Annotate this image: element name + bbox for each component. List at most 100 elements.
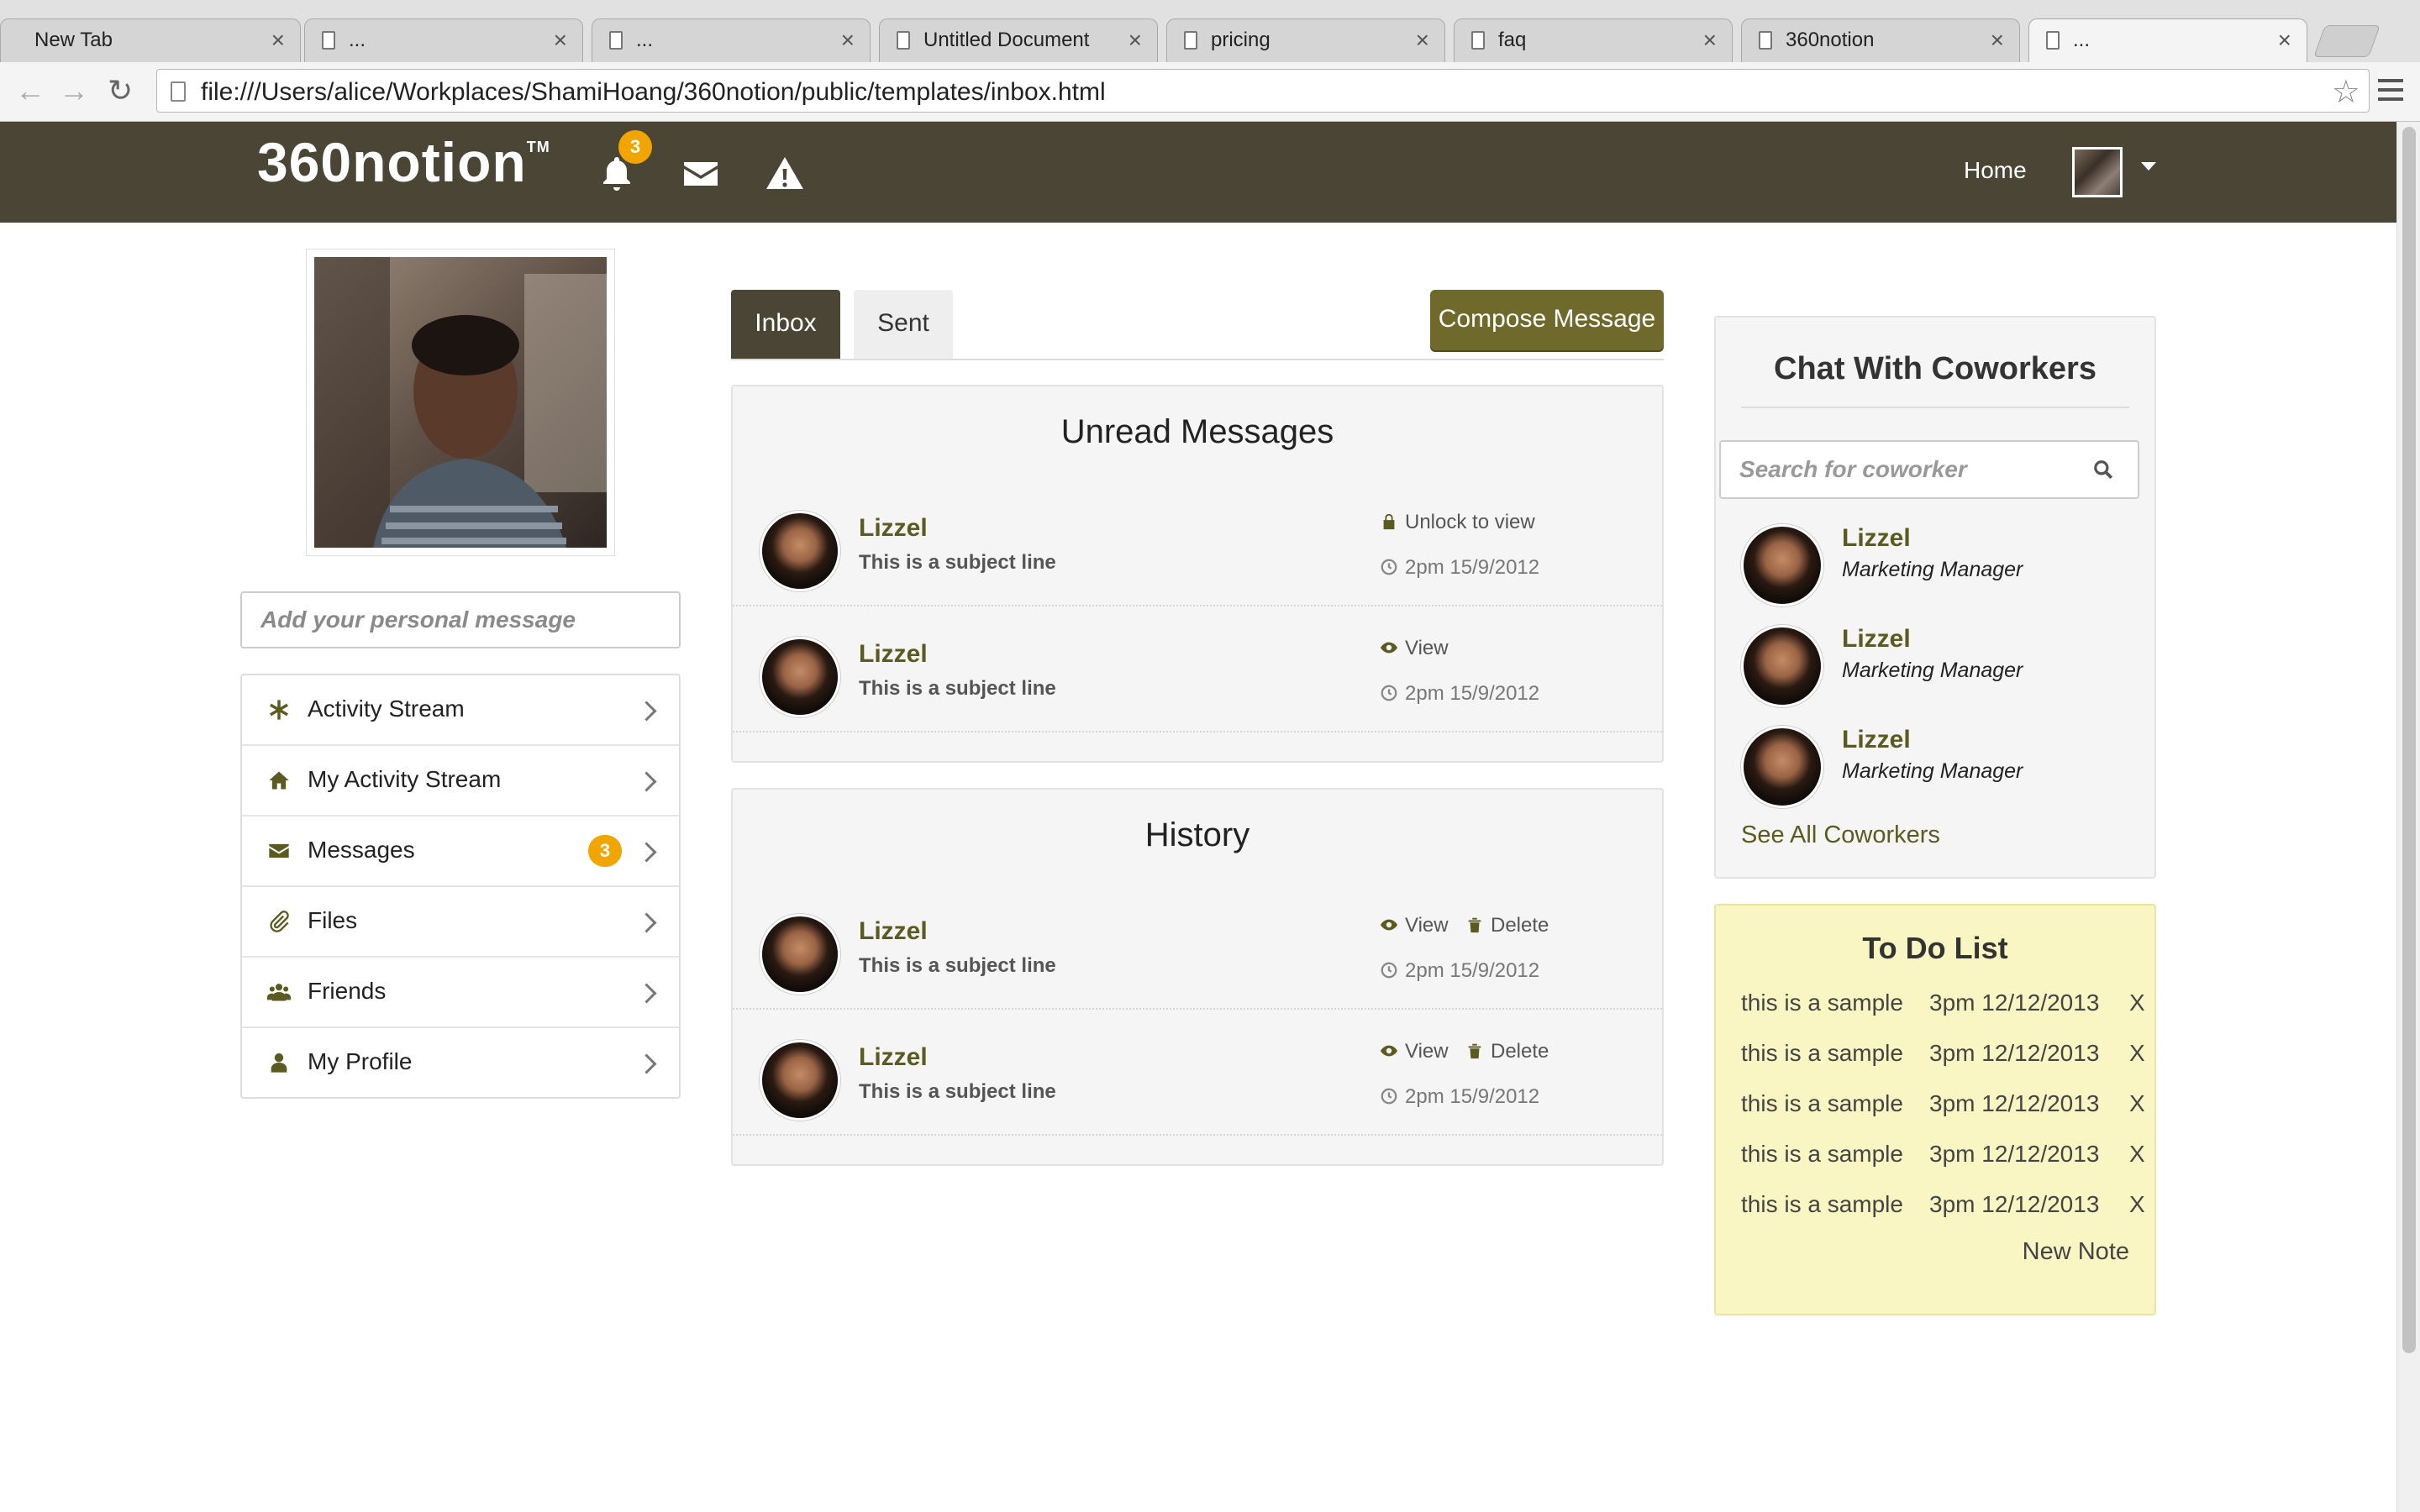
- tab-sent[interactable]: Sent: [854, 290, 953, 359]
- close-icon[interactable]: ×: [1128, 27, 1142, 54]
- clock-icon: [1381, 962, 1397, 979]
- sidebar-item-my-profile[interactable]: My Profile: [242, 1028, 679, 1097]
- home-link[interactable]: Home: [1964, 157, 2027, 184]
- browser-tab-label: ...: [349, 29, 366, 51]
- close-icon[interactable]: ×: [271, 27, 285, 54]
- sidebar-item-activity-stream[interactable]: Activity Stream: [242, 675, 679, 746]
- divider: [1741, 407, 2129, 408]
- close-icon[interactable]: ×: [841, 27, 855, 54]
- message-sender[interactable]: Lizzel: [859, 1043, 928, 1072]
- remove-todo-button[interactable]: X: [2129, 1191, 2145, 1218]
- document-icon: [322, 31, 335, 50]
- warning-icon[interactable]: [765, 154, 805, 194]
- chevron-right-icon: [636, 842, 657, 863]
- page-scrollbar[interactable]: [2396, 122, 2420, 1512]
- sidebar-nav: Activity Stream My Activity Stream Messa…: [240, 674, 681, 1099]
- coworker-item[interactable]: Lizzel Marketing Manager: [1716, 726, 2154, 827]
- forward-arrow-icon[interactable]: →: [59, 76, 89, 106]
- message-row[interactable]: Lizzel This is a subject line View Delet…: [733, 882, 1662, 1010]
- coworker-search[interactable]: [1719, 440, 2139, 499]
- message-row[interactable]: Lizzel This is a subject line View Delet…: [733, 1008, 1662, 1136]
- close-icon[interactable]: ×: [1991, 27, 2004, 54]
- todo-text: this is a sample: [1741, 1090, 1903, 1116]
- browser-tab[interactable]: faq ×: [1454, 18, 1733, 62]
- message-sender[interactable]: Lizzel: [859, 514, 928, 543]
- browser-tab[interactable]: ... ×: [304, 18, 583, 62]
- todo-item: this is a sample 3pm 12/12/2013 X: [1741, 1191, 2145, 1218]
- browser-tab[interactable]: pricing ×: [1166, 18, 1445, 62]
- sidebar-item-friends[interactable]: Friends: [242, 958, 679, 1028]
- delete-link[interactable]: Delete: [1465, 1040, 1549, 1063]
- coworker-name[interactable]: Lizzel: [1842, 726, 1911, 754]
- sidebar-item-label: My Activity Stream: [308, 766, 502, 792]
- todo-item: this is a sample 3pm 12/12/2013 X: [1741, 1040, 2145, 1067]
- todo-when: 3pm 12/12/2013: [1929, 1040, 2100, 1066]
- user-avatar[interactable]: [2072, 147, 2123, 197]
- remove-todo-button[interactable]: X: [2129, 1090, 2145, 1117]
- coworker-search-input[interactable]: [1721, 442, 2111, 497]
- unlock-label: Unlock to view: [1405, 511, 1535, 533]
- browser-tab-active[interactable]: ... ×: [2028, 18, 2307, 62]
- browser-tab[interactable]: New Tab ×: [0, 18, 301, 62]
- new-note-link[interactable]: New Note: [2023, 1238, 2129, 1266]
- browser-tab-label: ...: [636, 29, 654, 51]
- view-link[interactable]: View: [1380, 1040, 1449, 1063]
- caret-down-icon[interactable]: [2141, 162, 2156, 171]
- todo-text: this is a sample: [1741, 990, 1903, 1016]
- see-all-coworkers-link[interactable]: See All Coworkers: [1741, 822, 1940, 849]
- sidebar-item-my-activity-stream[interactable]: My Activity Stream: [242, 746, 679, 816]
- sidebar-item-label: Activity Stream: [308, 696, 465, 722]
- message-sender[interactable]: Lizzel: [859, 640, 928, 669]
- browser-tab[interactable]: 360notion ×: [1741, 18, 2020, 62]
- message-time-text: 2pm 15/9/2012: [1405, 959, 1540, 982]
- message-time: 2pm 15/9/2012: [1380, 1085, 1539, 1109]
- coworker-name[interactable]: Lizzel: [1842, 625, 1911, 654]
- remove-todo-button[interactable]: X: [2129, 1040, 2145, 1067]
- address-bar[interactable]: file:///Users/alice/Workplaces/ShamiHoan…: [156, 69, 2370, 113]
- remove-todo-button[interactable]: X: [2129, 990, 2145, 1016]
- sidebar-item-messages[interactable]: Messages 3: [242, 816, 679, 887]
- message-sender[interactable]: Lizzel: [859, 917, 928, 946]
- scrollbar-thumb[interactable]: [2402, 127, 2416, 1353]
- message-row[interactable]: Lizzel This is a subject line Unlock to …: [733, 479, 1662, 606]
- browser-tab[interactable]: Untitled Document ×: [879, 18, 1158, 62]
- coworker-item[interactable]: Lizzel Marketing Manager: [1716, 625, 2154, 726]
- new-tab-button[interactable]: [2313, 25, 2381, 57]
- browser-tab[interactable]: ... ×: [592, 18, 871, 62]
- profile-photo[interactable]: [314, 257, 607, 548]
- logo[interactable]: 360notionTM: [257, 130, 550, 194]
- search-icon[interactable]: [2092, 459, 2114, 480]
- coworker-item[interactable]: Lizzel Marketing Manager: [1716, 524, 2154, 625]
- back-arrow-icon[interactable]: ←: [15, 76, 45, 106]
- remove-todo-button[interactable]: X: [2129, 1141, 2145, 1168]
- compose-message-button[interactable]: Compose Message: [1430, 290, 1664, 350]
- unlock-link[interactable]: Unlock to view: [1380, 511, 1535, 534]
- user-icon: [271, 1053, 287, 1073]
- sidebar-item-files[interactable]: Files: [242, 887, 679, 958]
- todo-panel: To Do List this is a sample 3pm 12/12/20…: [1714, 904, 2156, 1315]
- tab-inbox[interactable]: Inbox: [731, 290, 840, 359]
- coworker-name[interactable]: Lizzel: [1842, 524, 1911, 553]
- clock-icon: [1381, 559, 1397, 575]
- personal-message-input[interactable]: [240, 591, 681, 648]
- close-icon[interactable]: ×: [1416, 27, 1429, 54]
- close-icon[interactable]: ×: [2278, 27, 2291, 54]
- chat-title: Chat With Coworkers: [1774, 351, 2096, 386]
- close-icon[interactable]: ×: [1703, 27, 1717, 54]
- message-row[interactable]: Lizzel This is a subject line View 2pm 1…: [733, 605, 1662, 732]
- unread-messages-panel: Unread Messages Lizzel This is a subject…: [731, 385, 1664, 763]
- reload-icon[interactable]: ↻: [108, 76, 133, 106]
- browser-tab-label: pricing: [1211, 29, 1270, 51]
- bookmark-star-icon[interactable]: ☆: [2332, 73, 2360, 111]
- close-icon[interactable]: ×: [554, 27, 567, 54]
- lock-icon: [1383, 513, 1395, 530]
- view-link[interactable]: View: [1380, 914, 1449, 937]
- coworker-role: Marketing Manager: [1842, 558, 2023, 581]
- envelope-icon[interactable]: [681, 154, 721, 194]
- view-link[interactable]: View: [1380, 637, 1449, 660]
- delete-link[interactable]: Delete: [1465, 914, 1549, 937]
- view-label: View: [1405, 914, 1449, 937]
- chat-panel: Chat With Coworkers Lizzel Marketing Man…: [1714, 316, 2156, 879]
- browser-menu-icon[interactable]: [2378, 79, 2403, 101]
- home-icon: [269, 771, 289, 790]
